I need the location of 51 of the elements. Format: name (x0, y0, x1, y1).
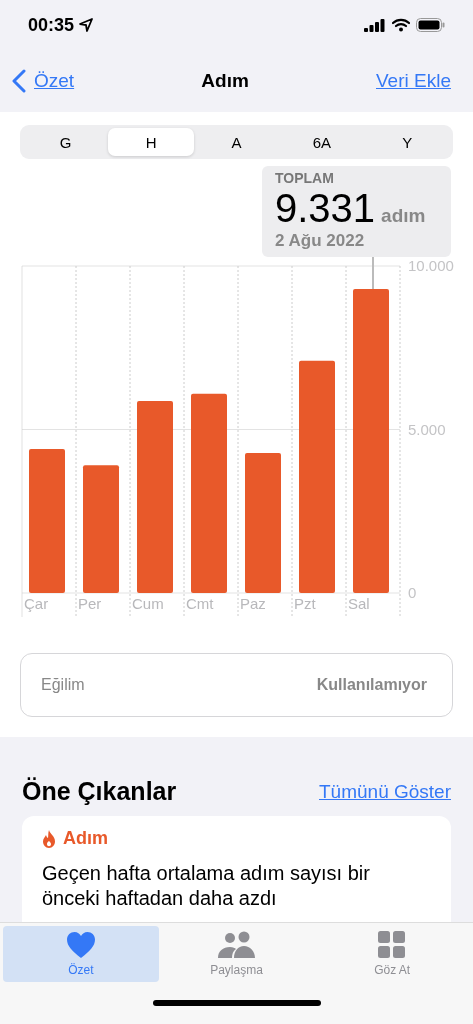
segment-tab[interactable]: 6A (279, 128, 365, 156)
back-chevron-icon[interactable] (12, 69, 26, 93)
axis-label: Per (78, 595, 102, 612)
tab-bar-item[interactable]: Göz At (314, 926, 470, 982)
grid-icon (378, 931, 407, 959)
trend-value: Kullanılamıyor (316, 676, 427, 694)
trend-label: Eğilim (41, 676, 85, 694)
section-heading: Öne Çıkanlar (22, 777, 177, 806)
axis-label: Pzt (294, 595, 316, 612)
axis-label: Cum (132, 595, 164, 612)
signal-icon (364, 18, 386, 32)
segment-tab[interactable]: G (23, 128, 109, 156)
leader-line (372, 257, 374, 290)
segment-tab[interactable]: A (193, 128, 280, 156)
card-category: Adım (63, 828, 108, 849)
highlight-text: Geçen hafta ortalama adım sayısı bir önceki haftadan daha azdı (42, 861, 371, 911)
add-data-link[interactable]: Veri Ekle (376, 70, 451, 92)
bar[interactable] (191, 393, 227, 593)
battery-icon (416, 18, 445, 32)
page-title: Adım (201, 70, 249, 92)
axis-label: 0 (408, 584, 417, 601)
step-unit: adım (381, 205, 426, 227)
bar[interactable] (245, 453, 281, 593)
trend-row[interactable]: Eğilim Kullanılamıyor (20, 653, 453, 717)
segment-tab[interactable]: Y (364, 128, 451, 156)
people-icon (216, 931, 257, 959)
segment-tab[interactable]: H (108, 128, 194, 156)
tab-bar-item[interactable]: Özet (3, 926, 159, 982)
wifi-icon (392, 18, 410, 32)
status-time: 00:35 (28, 14, 75, 36)
axis-label: Cmt (186, 595, 214, 612)
highlight-card[interactable]: Adım Geçen hafta ortalama adım sayısı bir önceki haftadan daha azdı (22, 816, 451, 922)
back-link[interactable]: Özet (34, 70, 75, 92)
tab-bar-item[interactable]: Paylaşma (158, 926, 315, 982)
bar[interactable] (137, 401, 173, 593)
location-arrow-icon (79, 18, 94, 32)
bar[interactable] (353, 288, 389, 593)
tooltip-date: 2 Ağu 2022 (275, 231, 366, 251)
axis-label: Paz (240, 595, 266, 612)
bar[interactable] (83, 465, 119, 593)
flame-icon (42, 829, 56, 848)
axis-label: Çar (24, 595, 49, 612)
show-all-link[interactable]: Tümünü Göster (319, 780, 451, 803)
step-total: 9.331 (275, 186, 376, 231)
heart-icon (65, 931, 96, 959)
bar[interactable] (299, 360, 335, 593)
axis-label: 5.000 (408, 420, 446, 438)
axis-label: Sal (348, 595, 370, 612)
axis-label: 10.000 (408, 257, 454, 274)
bar[interactable] (29, 449, 65, 593)
tooltip-label: TOPLAM (275, 170, 335, 186)
